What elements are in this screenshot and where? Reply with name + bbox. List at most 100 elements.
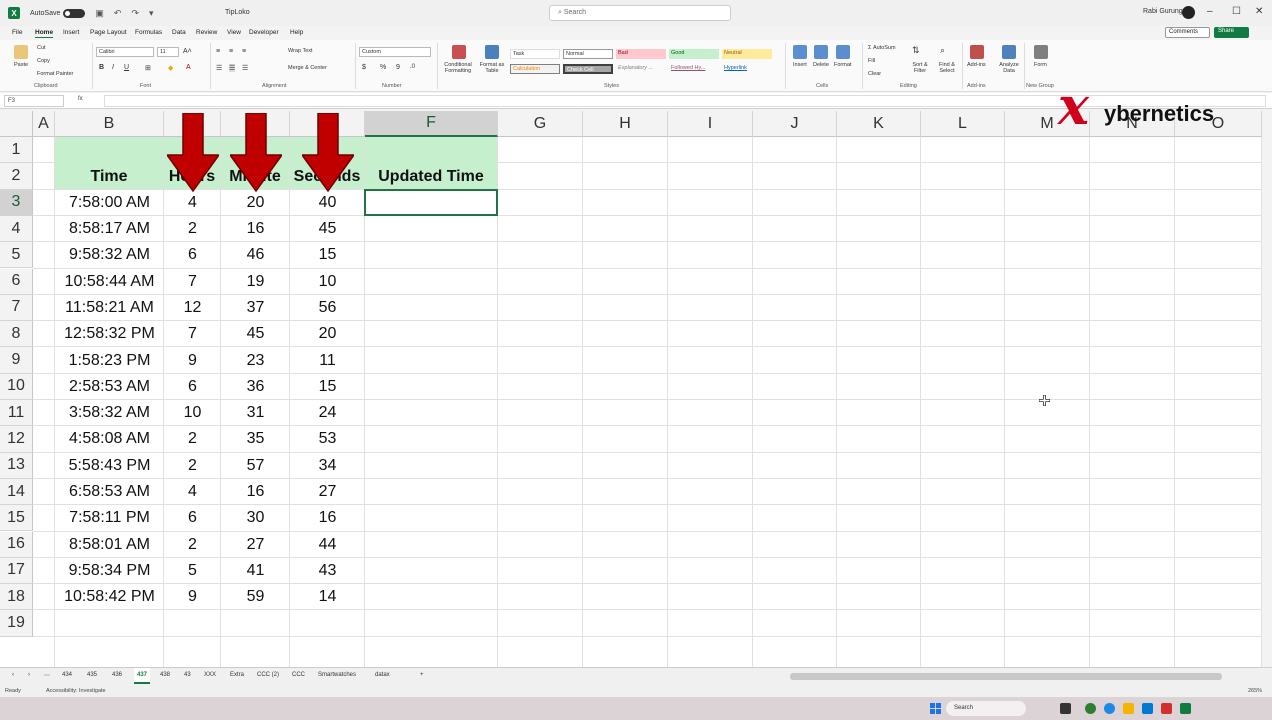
data-cell-time[interactable]: 5:58:43 PM: [55, 453, 164, 479]
customize-qat-icon[interactable]: ▾: [149, 8, 154, 19]
delete-cells-icon[interactable]: [814, 45, 828, 59]
sheet-tab[interactable]: 435: [87, 672, 97, 678]
fill-color-icon[interactable]: ◆: [168, 64, 173, 72]
data-cell-seconds[interactable]: 24: [290, 400, 365, 426]
undo-icon[interactable]: ↶: [114, 8, 122, 19]
data-cell-time[interactable]: 9:58:34 PM: [55, 558, 164, 584]
data-cell-time[interactable]: 3:58:32 AM: [55, 400, 164, 426]
style-explanatory[interactable]: Explanatory ...: [616, 64, 666, 74]
sheet-tab[interactable]: 437: [134, 668, 151, 684]
data-cell-time[interactable]: 8:58:01 AM: [55, 532, 164, 558]
find-select-icon[interactable]: ⌕: [940, 45, 945, 56]
sheet-tab[interactable]: 438: [160, 672, 170, 678]
style-check-cell[interactable]: Check Cell: [563, 64, 613, 74]
percent-icon[interactable]: %: [380, 64, 386, 71]
row-header-16[interactable]: 16: [0, 531, 33, 558]
column-header-f[interactable]: F: [365, 111, 498, 137]
row-header-4[interactable]: 4: [0, 215, 33, 243]
data-cell-minute[interactable]: 16: [221, 479, 290, 505]
wrap-text-button[interactable]: Wrap Text: [288, 48, 313, 54]
selected-cell-f3[interactable]: [364, 188, 498, 216]
data-cell-minute[interactable]: 36: [221, 374, 290, 400]
minimize-button[interactable]: –: [1207, 6, 1213, 17]
file-explorer-icon[interactable]: [1123, 703, 1134, 714]
zoom-level[interactable]: 265%: [1248, 688, 1262, 694]
avatar[interactable]: [1182, 6, 1195, 19]
row-header-8[interactable]: 8: [0, 321, 33, 348]
data-cell-minute[interactable]: 19: [221, 269, 290, 295]
redo-icon[interactable]: ↷: [131, 8, 139, 19]
tab-view[interactable]: View: [227, 29, 241, 36]
style-normal[interactable]: Normal: [563, 49, 613, 59]
font-color-icon[interactable]: A: [186, 64, 191, 71]
store-icon[interactable]: [1142, 703, 1153, 714]
delete-button[interactable]: Delete: [813, 62, 829, 68]
data-cell-minute[interactable]: 37: [221, 295, 290, 321]
data-cell-hours[interactable]: 2: [164, 453, 221, 479]
row-header-10[interactable]: 10: [0, 373, 33, 400]
comments-button[interactable]: Comments: [1165, 27, 1210, 38]
edge-icon[interactable]: [1104, 703, 1115, 714]
data-cell-time[interactable]: 4:58:08 AM: [55, 426, 164, 452]
row-header-17[interactable]: 17: [0, 557, 33, 585]
data-cell-time[interactable]: 8:58:17 AM: [55, 216, 164, 242]
sort-filter-icon[interactable]: ⇅: [912, 45, 920, 56]
maximize-button[interactable]: ☐: [1232, 6, 1241, 17]
sheet-tab[interactable]: datax: [375, 672, 390, 678]
horizontal-scrollbar[interactable]: [790, 673, 1222, 680]
data-cell-seconds[interactable]: 56: [290, 295, 365, 321]
style-hyperlink[interactable]: Hyperlink: [722, 64, 772, 74]
conditional-formatting-icon[interactable]: [452, 45, 466, 59]
windows-start-icon[interactable]: [930, 703, 941, 714]
currency-icon[interactable]: $: [362, 64, 366, 71]
data-cell-hours[interactable]: 9: [164, 347, 221, 373]
data-cell-minute[interactable]: 20: [221, 190, 290, 216]
data-cell-minute[interactable]: 35: [221, 426, 290, 452]
data-cell-hours[interactable]: 10: [164, 400, 221, 426]
align-middle-icon[interactable]: ≡: [229, 48, 233, 55]
chrome-icon[interactable]: [1085, 703, 1096, 714]
form-button[interactable]: Form: [1034, 62, 1047, 68]
style-neutral[interactable]: Neutral: [722, 49, 772, 59]
underline-button[interactable]: U: [124, 64, 129, 71]
row-header-14[interactable]: 14: [0, 478, 33, 506]
data-cell-hours[interactable]: 6: [164, 374, 221, 400]
form-icon[interactable]: [1034, 45, 1048, 59]
row-header-9[interactable]: 9: [0, 347, 33, 374]
comma-icon[interactable]: 9: [396, 64, 400, 71]
data-cell-minute[interactable]: 57: [221, 453, 290, 479]
document-title[interactable]: TipLoko: [225, 9, 250, 16]
column-header-i[interactable]: I: [668, 111, 753, 137]
sheet-tab[interactable]: 434: [62, 672, 72, 678]
align-center-icon[interactable]: ☰: [229, 64, 236, 72]
data-cell-hours[interactable]: 9: [164, 584, 221, 610]
data-cell-seconds[interactable]: 15: [290, 242, 365, 268]
close-button[interactable]: ✕: [1255, 6, 1263, 17]
column-header-l[interactable]: L: [921, 111, 1005, 137]
data-cell-minute[interactable]: 41: [221, 558, 290, 584]
worksheet-grid[interactable]: ABCDEFGHIJKLMNO1234567891011121314151617…: [0, 111, 1262, 667]
data-cell-seconds[interactable]: 14: [290, 584, 365, 610]
column-header-h[interactable]: H: [583, 111, 668, 137]
style-task[interactable]: Task: [510, 49, 560, 59]
row-header-11[interactable]: 11: [0, 400, 33, 427]
row-header-18[interactable]: 18: [0, 584, 33, 611]
row-header-12[interactable]: 12: [0, 426, 33, 453]
column-header-a[interactable]: A: [33, 111, 55, 137]
name-box[interactable]: F3: [4, 95, 64, 107]
sort-filter-button[interactable]: Sort & Filter: [906, 62, 934, 74]
format-as-table-button[interactable]: Format as Table: [478, 62, 506, 74]
row-header-1[interactable]: 1: [0, 137, 33, 164]
row-header-2[interactable]: 2: [0, 163, 33, 190]
increase-decimal-icon[interactable]: .0: [410, 64, 415, 70]
data-cell-hours[interactable]: 6: [164, 505, 221, 531]
data-cell-seconds[interactable]: 16: [290, 505, 365, 531]
data-cell-time[interactable]: 2:58:53 AM: [55, 374, 164, 400]
tab-developer[interactable]: Developer: [249, 29, 279, 36]
data-cell-seconds[interactable]: 11: [290, 347, 365, 373]
data-cell-time[interactable]: 10:58:42 PM: [55, 584, 164, 610]
data-cell-time[interactable]: 7:58:00 AM: [55, 190, 164, 216]
number-format-select[interactable]: Custom: [359, 47, 431, 57]
data-cell-time[interactable]: 12:58:32 PM: [55, 321, 164, 347]
row-header-6[interactable]: 6: [0, 268, 33, 295]
